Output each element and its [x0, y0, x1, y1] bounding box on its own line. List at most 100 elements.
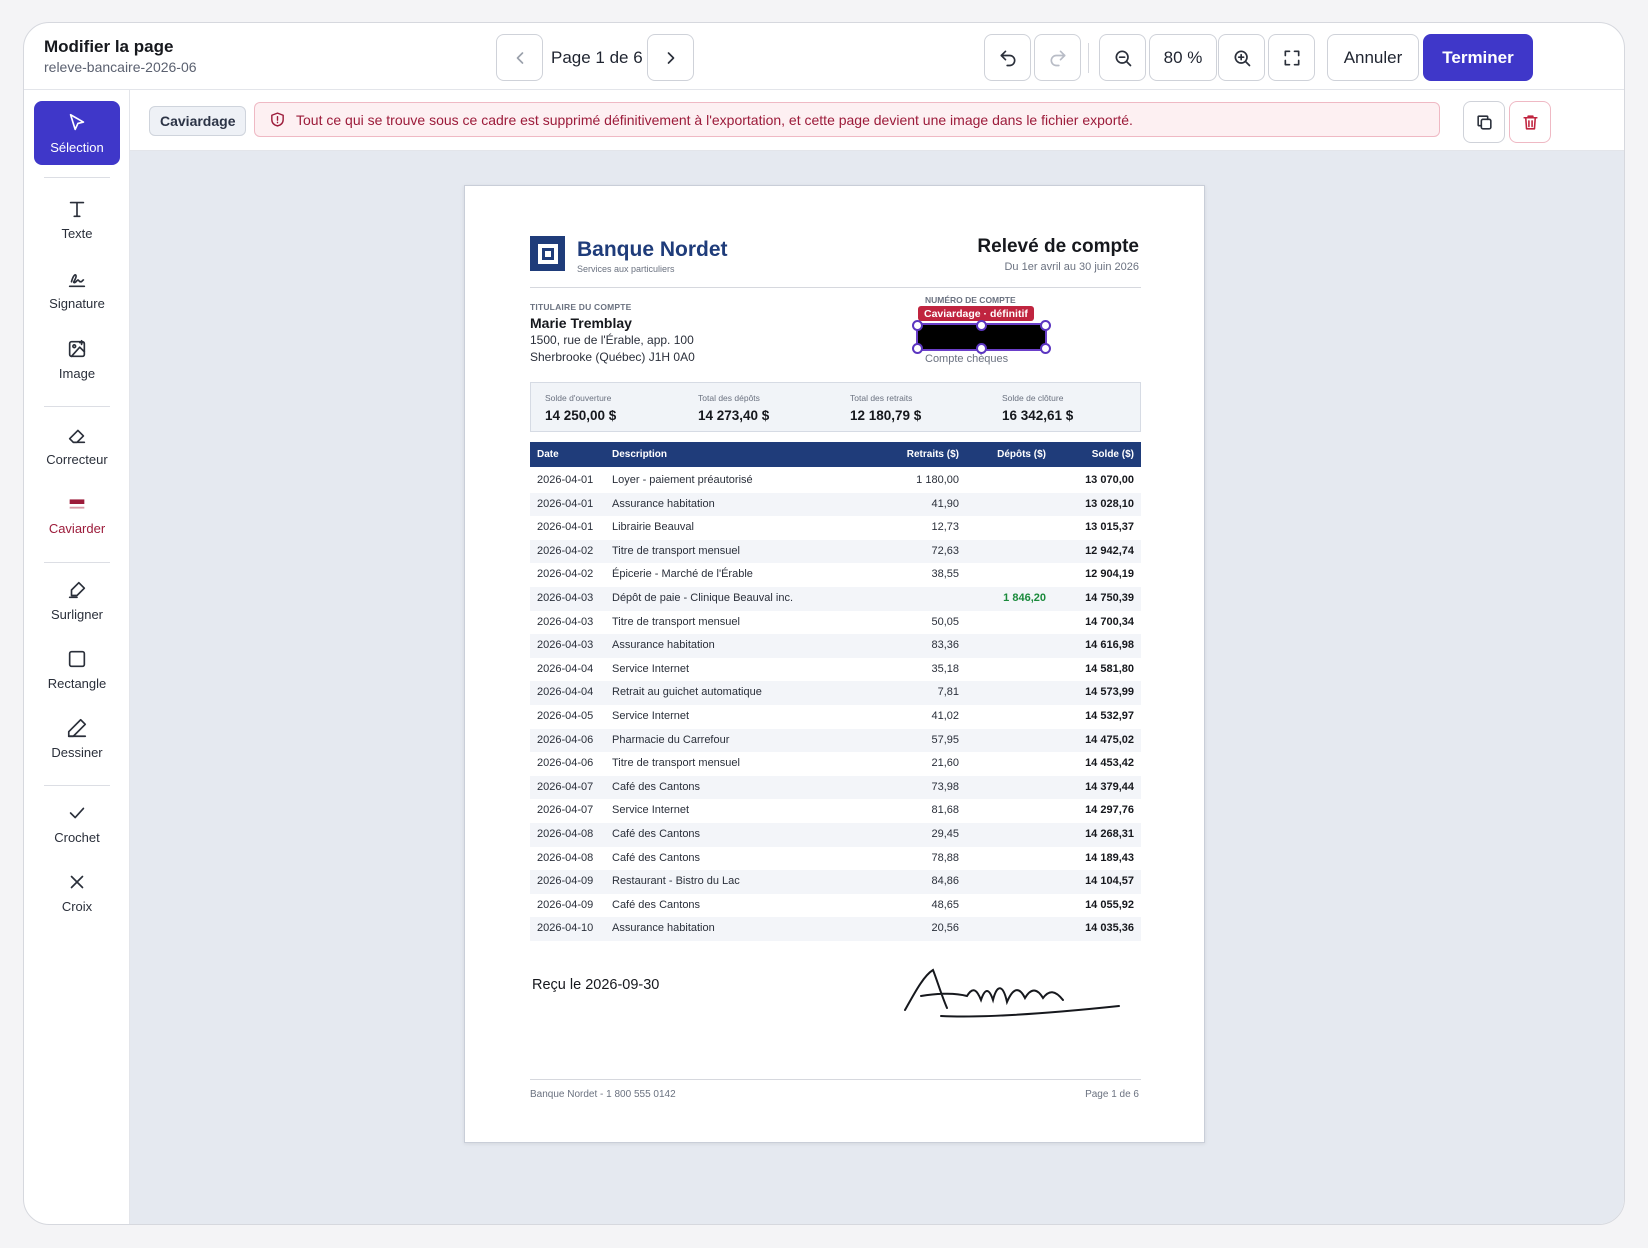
bank-tagline: Services aux particuliers: [577, 264, 675, 274]
tool-label: Caviarder: [48, 520, 106, 536]
redact-icon: [69, 498, 85, 509]
cell-withdrawal: 7,81: [937, 686, 959, 699]
redo-button[interactable]: [1034, 34, 1081, 81]
transactions-table: 2026-04-01 Loyer - paiement préautorisé 1 …: [530, 469, 1141, 941]
context-bar: Caviardage Tout ce qui se trouve sous ce…: [130, 90, 1624, 151]
fullscreen-icon: [1284, 50, 1299, 65]
cancel-button[interactable]: Annuler: [1327, 34, 1419, 81]
tool-surligner[interactable]: Surligner: [34, 568, 120, 632]
duplicate-button[interactable]: [1463, 101, 1505, 143]
cell-description: Café des Cantons: [612, 780, 701, 793]
footer-contact: Banque Nordet - 1 800 555 0142: [530, 1089, 676, 1100]
table-row: 2026-04-01 Loyer - paiement préautorisé 1 …: [530, 469, 1141, 493]
cell-balance: 12 904,19: [1085, 568, 1134, 581]
table-row: 2026-04-02 Épicerie - Marché de l'Érable 3…: [530, 563, 1141, 587]
cell-date: 2026-04-08: [537, 827, 594, 840]
zoom-out-button[interactable]: [1099, 34, 1146, 81]
tool-rectangle[interactable]: Rectangle: [34, 637, 120, 701]
bank-name: Banque Nordet: [577, 238, 728, 261]
cell-withdrawal: 73,98: [931, 780, 959, 793]
tool-selection[interactable]: Sélection: [34, 101, 120, 165]
cell-date: 2026-04-01: [537, 521, 594, 534]
document-page[interactable]: Banque Nordet Services aux particuliers …: [464, 185, 1205, 1143]
copy-icon: [1476, 114, 1492, 130]
cell-deposit: 1 846,20: [1003, 591, 1046, 604]
header-divider: [530, 287, 1141, 288]
tool-dessiner[interactable]: Dessiner: [34, 706, 120, 770]
col-withdrawals: Retraits ($): [906, 449, 959, 460]
resize-handle-n[interactable]: [976, 320, 987, 331]
balance-summary: Solde d'ouverture 14 250,00 $ Total des …: [530, 382, 1141, 432]
holder-name: Marie Tremblay: [530, 315, 632, 331]
cell-description: Loyer - paiement préautorisé: [612, 474, 753, 486]
cell-date: 2026-04-01: [537, 474, 594, 486]
resize-handle-se[interactable]: [1040, 343, 1051, 354]
cell-description: Assurance habitation: [612, 639, 715, 652]
page-indicator: Page 1 de 6: [551, 48, 643, 67]
cell-withdrawal: 41,02: [931, 709, 959, 722]
zoom-level[interactable]: 80 %: [1149, 34, 1217, 81]
cell-description: Dépôt de paie - Clinique Beauval inc.: [612, 591, 794, 604]
tool-caviarder[interactable]: Caviarder: [34, 482, 120, 546]
undo-button[interactable]: [984, 34, 1031, 81]
cell-balance: 14 379,44: [1085, 780, 1134, 793]
done-button[interactable]: Terminer: [1423, 34, 1533, 81]
cell-date: 2026-04-09: [537, 898, 594, 911]
tool-signature[interactable]: Signature: [34, 257, 120, 321]
tool-divider: [44, 785, 110, 786]
cell-description: Service Internet: [612, 804, 690, 817]
resize-handle-sw[interactable]: [912, 343, 923, 354]
summary-value: 12 180,79 $: [850, 408, 922, 423]
tool-image[interactable]: Image: [34, 327, 120, 391]
table-row: 2026-04-04 Retrait au guichet automatique…: [530, 681, 1141, 705]
undo-icon: [1000, 50, 1015, 66]
table-row: 2026-04-03 Titre de transport mensuel 50,0…: [530, 611, 1141, 635]
col-deposits: Dépôts ($): [997, 449, 1046, 460]
cell-balance: 14 189,43: [1085, 851, 1134, 864]
resize-handle-ne[interactable]: [1040, 320, 1051, 331]
table-row: 2026-04-04 Service Internet 35,18 14 581,80: [530, 658, 1141, 682]
signature-drawing[interactable]: [903, 966, 1123, 1022]
cell-balance: 14 035,36: [1085, 922, 1134, 935]
delete-button[interactable]: [1509, 101, 1551, 143]
table-row: 2026-04-09 Café des Cantons 48,65 14 055,92: [530, 894, 1141, 918]
cell-withdrawal: 81,68: [931, 804, 959, 817]
tool-label: Surligner: [50, 606, 104, 622]
cell-balance: 14 616,98: [1085, 639, 1134, 652]
cell-withdrawal: 41,90: [931, 497, 959, 510]
table-row: 2026-04-10 Assurance habitation 20,56 14 03…: [530, 917, 1141, 941]
table-row: 2026-04-01 Assurance habitation 41,90 13 02…: [530, 492, 1141, 517]
cell-withdrawal: 1 180,00: [916, 474, 959, 486]
tool-text[interactable]: Texte: [34, 187, 120, 251]
cell-description: Titre de transport mensuel: [612, 544, 740, 557]
tool-crochet[interactable]: Crochet: [34, 791, 120, 855]
fit-page-button[interactable]: [1268, 34, 1315, 81]
tool-label: Image: [58, 365, 96, 381]
holder-address-line1: 1500, rue de l'Érable, app. 100: [530, 333, 694, 347]
cell-date: 2026-04-03: [537, 591, 594, 604]
bank-logo: [530, 236, 565, 271]
cell-balance: 14 055,92: [1085, 898, 1134, 911]
zoom-out-icon: [1115, 50, 1131, 66]
cell-date: 2026-04-04: [537, 662, 594, 675]
resize-handle-nw[interactable]: [912, 320, 923, 331]
selection-type-badge: Caviardage: [149, 106, 247, 136]
tool-croix[interactable]: Croix: [34, 860, 120, 924]
prev-page-button[interactable]: [496, 34, 543, 81]
cell-balance: 13 028,10: [1085, 497, 1134, 510]
cell-date: 2026-04-03: [537, 615, 594, 628]
col-balance: Solde ($): [1091, 449, 1134, 460]
summary-value: 14 273,40 $: [698, 408, 770, 423]
cell-description: Retrait au guichet automatique: [612, 686, 762, 699]
zoom-in-icon: [1234, 50, 1250, 66]
table-row: 2026-04-03 Dépôt de paie - Clinique Beauv…: [530, 586, 1141, 611]
redaction-warning: Tout ce qui se trouve sous ce cadre est …: [254, 102, 1440, 137]
next-page-button[interactable]: [647, 34, 694, 81]
toolbar-divider: [1088, 43, 1089, 73]
cell-description: Service Internet: [612, 709, 690, 722]
tool-correcteur[interactable]: Correcteur: [34, 413, 120, 477]
zoom-in-button[interactable]: [1218, 34, 1265, 81]
holder-label: TITULAIRE DU COMPTE: [530, 302, 632, 312]
cell-description: Café des Cantons: [612, 851, 701, 864]
cell-withdrawal: 84,86: [931, 875, 959, 888]
